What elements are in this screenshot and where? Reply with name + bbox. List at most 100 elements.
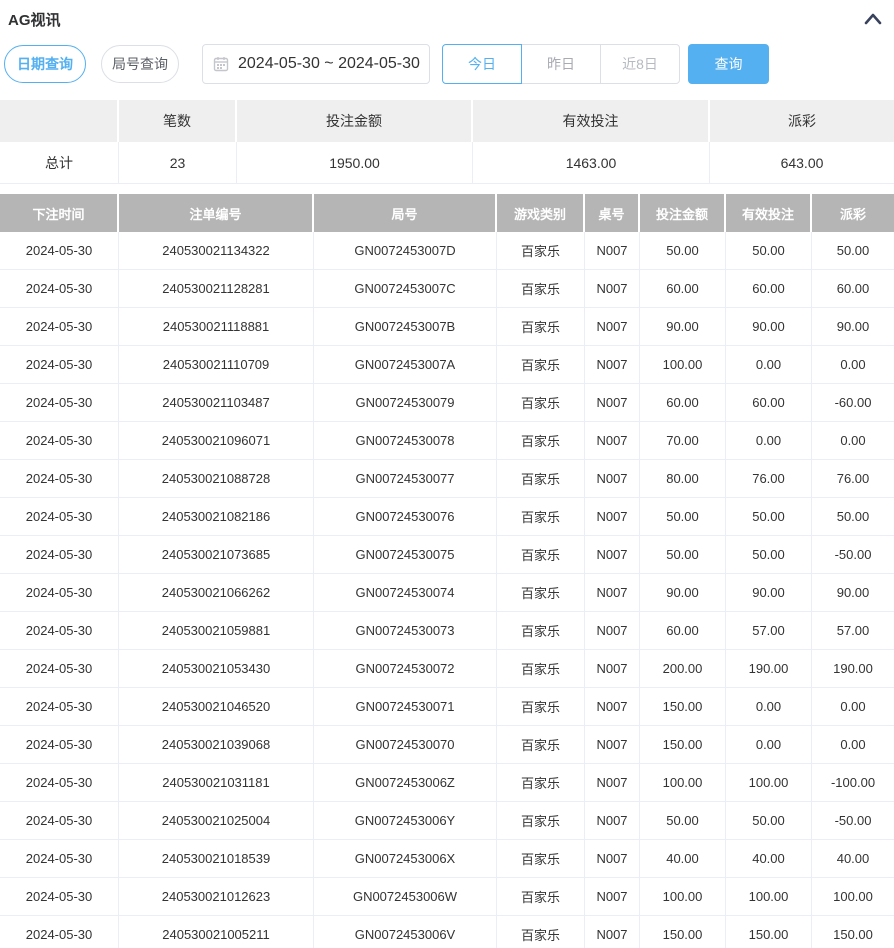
cell-table-no: N007 — [585, 878, 640, 916]
cell-round-no: GN0072453006X — [314, 840, 497, 878]
table-row: 2024-05-30 240530021005211 GN0072453006V… — [0, 916, 894, 948]
cell-round-no: GN0072453006V — [314, 916, 497, 948]
cell-valid-bet: 0.00 — [726, 422, 812, 460]
header-round-no: 局号 — [314, 194, 497, 232]
cell-bet-no: 240530021110709 — [119, 346, 314, 384]
cell-payout: -100.00 — [812, 764, 894, 802]
cell-table-no: N007 — [585, 232, 640, 270]
summary-table: 笔数 投注金额 有效投注 派彩 总计 23 1950.00 1463.00 64… — [0, 100, 894, 184]
cell-round-no: GN0072453007D — [314, 232, 497, 270]
cell-valid-bet: 57.00 — [726, 612, 812, 650]
table-row: 2024-05-30 240530021039068 GN00724530070… — [0, 726, 894, 764]
cell-table-no: N007 — [585, 764, 640, 802]
cell-bet-amount: 90.00 — [640, 308, 726, 346]
cell-table-no: N007 — [585, 726, 640, 764]
table-row: 2024-05-30 240530021103487 GN00724530079… — [0, 384, 894, 422]
cell-valid-bet: 90.00 — [726, 574, 812, 612]
cell-valid-bet: 50.00 — [726, 802, 812, 840]
cell-round-no: GN00724530076 — [314, 498, 497, 536]
cell-round-no: GN0072453007C — [314, 270, 497, 308]
cell-bet-time: 2024-05-30 — [0, 916, 119, 948]
cell-payout: 0.00 — [812, 688, 894, 726]
cell-valid-bet: 0.00 — [726, 346, 812, 384]
cell-bet-amount: 150.00 — [640, 688, 726, 726]
cell-game-type: 百家乐 — [497, 308, 585, 346]
cell-round-no: GN0072453006Z — [314, 764, 497, 802]
table-row: 2024-05-30 240530021118881 GN0072453007B… — [0, 308, 894, 346]
cell-table-no: N007 — [585, 536, 640, 574]
cell-bet-no: 240530021118881 — [119, 308, 314, 346]
cell-bet-no: 240530021018539 — [119, 840, 314, 878]
summary-total-valid-bet: 1463.00 — [473, 142, 710, 184]
cell-game-type: 百家乐 — [497, 384, 585, 422]
cell-payout: 0.00 — [812, 726, 894, 764]
cell-bet-amount: 70.00 — [640, 422, 726, 460]
date-query-tab[interactable]: 日期查询 — [4, 45, 86, 83]
cell-payout: 0.00 — [812, 346, 894, 384]
cell-valid-bet: 60.00 — [726, 270, 812, 308]
header-valid-bet: 有效投注 — [726, 194, 812, 232]
table-row: 2024-05-30 240530021096071 GN00724530078… — [0, 422, 894, 460]
summary-total-count: 23 — [119, 142, 237, 184]
header-payout: 派彩 — [812, 194, 894, 232]
cell-bet-amount: 50.00 — [640, 802, 726, 840]
table-row: 2024-05-30 240530021088728 GN00724530077… — [0, 460, 894, 498]
page-header: AG视讯 — [0, 0, 894, 30]
cell-bet-time: 2024-05-30 — [0, 840, 119, 878]
table-row: 2024-05-30 240530021128281 GN0072453007C… — [0, 270, 894, 308]
cell-bet-no: 240530021005211 — [119, 916, 314, 948]
cell-bet-amount: 60.00 — [640, 612, 726, 650]
cell-bet-no: 240530021103487 — [119, 384, 314, 422]
cell-bet-time: 2024-05-30 — [0, 536, 119, 574]
cell-table-no: N007 — [585, 612, 640, 650]
cell-bet-time: 2024-05-30 — [0, 688, 119, 726]
cell-bet-amount: 100.00 — [640, 346, 726, 384]
cell-bet-time: 2024-05-30 — [0, 574, 119, 612]
collapse-panel-button[interactable] — [864, 12, 882, 26]
cell-round-no: GN00724530070 — [314, 726, 497, 764]
cell-bet-time: 2024-05-30 — [0, 270, 119, 308]
table-row: 2024-05-30 240530021012623 GN0072453006W… — [0, 878, 894, 916]
cell-table-no: N007 — [585, 384, 640, 422]
cell-bet-no: 240530021031181 — [119, 764, 314, 802]
cell-bet-no: 240530021066262 — [119, 574, 314, 612]
cell-bet-no: 240530021025004 — [119, 802, 314, 840]
cell-bet-time: 2024-05-30 — [0, 498, 119, 536]
cell-payout: 0.00 — [812, 422, 894, 460]
cell-valid-bet: 190.00 — [726, 650, 812, 688]
cell-bet-amount: 50.00 — [640, 498, 726, 536]
header-bet-time: 下注时间 — [0, 194, 119, 232]
cell-bet-amount: 100.00 — [640, 878, 726, 916]
cell-bet-no: 240530021012623 — [119, 878, 314, 916]
cell-bet-time: 2024-05-30 — [0, 232, 119, 270]
summary-header-bet-amount: 投注金额 — [237, 100, 473, 142]
date-range-input[interactable]: 2024-05-30 ~ 2024-05-30 — [202, 44, 430, 84]
cell-table-no: N007 — [585, 346, 640, 384]
cell-bet-amount: 150.00 — [640, 726, 726, 764]
query-toolbar: 日期查询 局号查询 2024-05-30 ~ 2024-05-30 今日 昨日 … — [4, 44, 894, 84]
cell-bet-amount: 60.00 — [640, 384, 726, 422]
yesterday-button[interactable]: 昨日 — [521, 44, 601, 84]
cell-game-type: 百家乐 — [497, 270, 585, 308]
cell-bet-time: 2024-05-30 — [0, 650, 119, 688]
cell-bet-no: 240530021096071 — [119, 422, 314, 460]
summary-total-payout: 643.00 — [710, 142, 894, 184]
cell-bet-time: 2024-05-30 — [0, 726, 119, 764]
cell-game-type: 百家乐 — [497, 460, 585, 498]
cell-game-type: 百家乐 — [497, 878, 585, 916]
search-button[interactable]: 查询 — [688, 44, 769, 84]
last-8-days-button[interactable]: 近8日 — [600, 44, 680, 84]
today-button[interactable]: 今日 — [442, 44, 522, 84]
cell-bet-time: 2024-05-30 — [0, 346, 119, 384]
cell-bet-no: 240530021039068 — [119, 726, 314, 764]
cell-bet-no: 240530021073685 — [119, 536, 314, 574]
header-bet-no: 注单编号 — [119, 194, 314, 232]
cell-payout: 50.00 — [812, 498, 894, 536]
cell-round-no: GN0072453006W — [314, 878, 497, 916]
cell-game-type: 百家乐 — [497, 536, 585, 574]
cell-valid-bet: 0.00 — [726, 688, 812, 726]
cell-bet-no: 240530021134322 — [119, 232, 314, 270]
round-query-tab[interactable]: 局号查询 — [101, 45, 179, 83]
summary-header-count: 笔数 — [119, 100, 237, 142]
cell-valid-bet: 0.00 — [726, 726, 812, 764]
